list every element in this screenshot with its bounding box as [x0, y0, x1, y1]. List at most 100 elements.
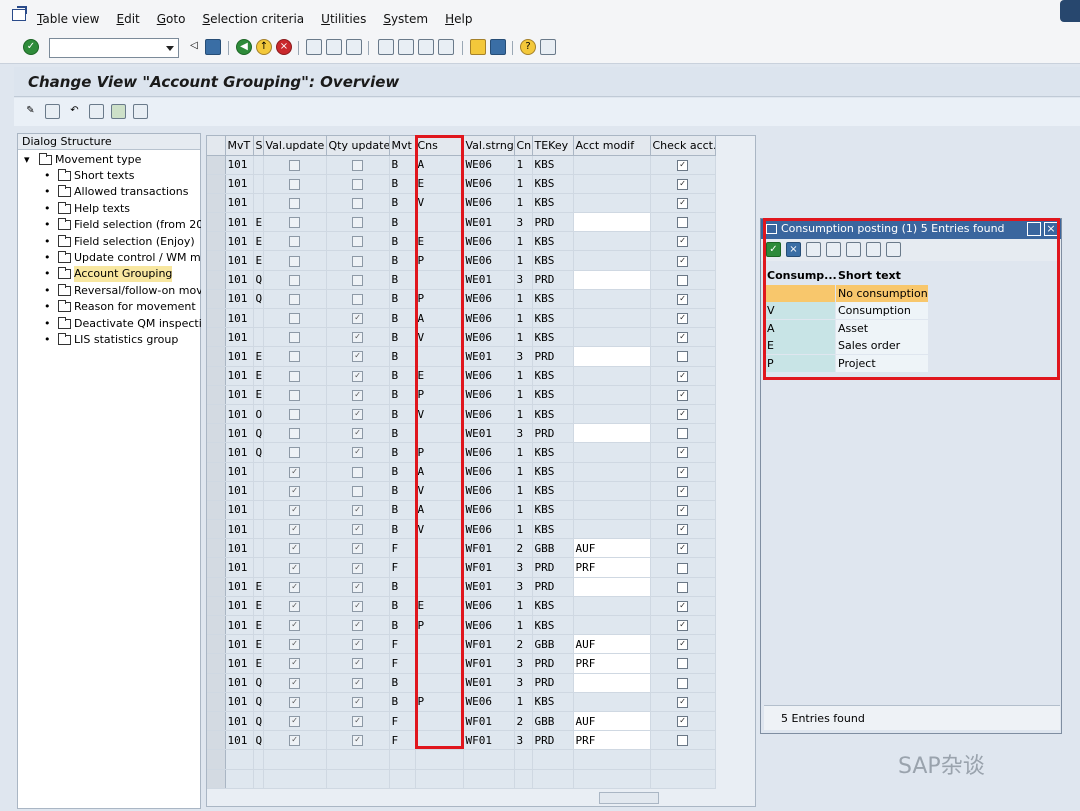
column-header[interactable]: Qty update — [326, 136, 390, 156]
table-cell[interactable]: PRF — [573, 730, 651, 751]
checkbox[interactable] — [352, 466, 363, 478]
checkbox[interactable] — [289, 524, 300, 536]
row-selector[interactable] — [207, 481, 226, 501]
checkbox[interactable] — [352, 178, 363, 190]
save-icon[interactable] — [205, 39, 221, 55]
row-selector[interactable] — [207, 404, 226, 425]
checkbox[interactable] — [352, 159, 363, 171]
checkbox[interactable] — [289, 370, 300, 382]
row-selector[interactable] — [207, 442, 226, 463]
find-next-icon[interactable] — [346, 39, 362, 55]
column-header[interactable]: Val.strng — [463, 136, 515, 156]
checkbox[interactable] — [677, 351, 688, 363]
menu-window-icon[interactable] — [12, 6, 27, 21]
checkbox[interactable] — [677, 236, 688, 248]
row-selector[interactable] — [207, 538, 226, 559]
checkbox[interactable] — [677, 639, 688, 651]
checkbox[interactable] — [352, 735, 363, 747]
shortcut-icon[interactable] — [490, 39, 506, 55]
tree-node[interactable]: • Account Grouping — [18, 266, 202, 283]
panel-splitter[interactable] — [201, 133, 205, 809]
checkbox[interactable] — [352, 332, 363, 344]
checkbox[interactable] — [289, 447, 300, 459]
row-selector[interactable] — [207, 634, 226, 655]
row-selector[interactable] — [207, 673, 226, 693]
previous-page-icon[interactable] — [398, 39, 414, 55]
row-selector[interactable] — [207, 231, 226, 252]
checkbox[interactable] — [289, 696, 300, 708]
menu-item[interactable]: Selection criteria — [202, 12, 304, 26]
table-cell[interactable]: AUF — [573, 711, 651, 732]
checkbox[interactable] — [289, 389, 300, 401]
vertical-scrollbar[interactable] — [738, 156, 754, 806]
checkbox[interactable] — [352, 428, 363, 440]
checkbox[interactable] — [289, 658, 300, 670]
row-selector[interactable] — [207, 212, 226, 233]
menu-item[interactable]: Goto — [157, 12, 186, 26]
next-page-icon[interactable] — [418, 39, 434, 55]
row-selector[interactable] — [207, 289, 226, 310]
checkbox[interactable] — [289, 620, 300, 632]
checkbox[interactable] — [289, 428, 300, 440]
checkbox[interactable] — [677, 293, 688, 305]
checkbox[interactable] — [677, 658, 688, 670]
checkbox[interactable] — [289, 255, 300, 267]
checkbox[interactable] — [352, 485, 363, 497]
table-cell[interactable]: AUF — [573, 538, 651, 559]
checkbox[interactable] — [352, 351, 363, 363]
checkbox[interactable] — [352, 197, 363, 209]
undo-icon[interactable]: ↶ — [67, 104, 82, 119]
checkbox[interactable] — [677, 620, 688, 632]
checkbox[interactable] — [677, 524, 688, 536]
select-block-icon[interactable] — [111, 104, 126, 119]
checkbox[interactable] — [677, 466, 688, 478]
checkbox[interactable] — [677, 543, 688, 555]
checkbox[interactable] — [677, 735, 688, 747]
table-cell[interactable] — [573, 270, 651, 290]
checkbox[interactable] — [352, 236, 363, 248]
checkbox[interactable] — [677, 485, 688, 497]
checkbox[interactable] — [677, 504, 688, 516]
column-header[interactable]: Cn — [514, 136, 533, 156]
row-selector[interactable] — [207, 615, 226, 636]
checkbox[interactable] — [352, 677, 363, 689]
row-selector[interactable] — [207, 692, 226, 712]
row-selector[interactable] — [207, 155, 226, 175]
checkbox[interactable] — [677, 428, 688, 440]
tree-node[interactable]: • Field selection (Enjoy) — [18, 234, 202, 250]
find-icon[interactable] — [326, 39, 342, 55]
checkbox[interactable] — [677, 159, 688, 171]
row-selector[interactable] — [207, 174, 226, 194]
checkbox[interactable] — [289, 293, 300, 305]
checkbox[interactable] — [677, 562, 688, 574]
checkbox[interactable] — [677, 197, 688, 209]
last-page-icon[interactable] — [438, 39, 454, 55]
horizontal-scrollbar[interactable] — [599, 792, 659, 804]
checkbox[interactable] — [677, 274, 688, 286]
checkbox[interactable] — [677, 600, 688, 612]
command-field[interactable] — [49, 38, 179, 58]
checkbox[interactable] — [289, 485, 300, 497]
table-cell[interactable]: PRF — [573, 557, 651, 578]
table-cell[interactable] — [573, 212, 651, 233]
print-icon[interactable] — [306, 39, 322, 55]
table-cell[interactable] — [573, 577, 651, 597]
tree-node[interactable]: • Allowed transactions — [18, 184, 202, 200]
first-page-icon[interactable] — [378, 39, 394, 55]
checkbox[interactable] — [677, 581, 688, 593]
table-cell[interactable] — [573, 346, 651, 367]
row-selector[interactable] — [207, 730, 226, 751]
table-cell[interactable] — [573, 673, 651, 693]
tree-node[interactable]: • Help texts — [18, 201, 202, 217]
tree-node[interactable]: • Reason for movement — [18, 299, 202, 315]
checkbox[interactable] — [289, 197, 300, 209]
checkbox[interactable] — [289, 735, 300, 747]
checkbox[interactable] — [677, 370, 688, 382]
row-selector[interactable] — [207, 385, 226, 405]
back-icon[interactable]: ◀ — [236, 39, 252, 55]
table-cell[interactable]: AUF — [573, 634, 651, 655]
row-selector[interactable] — [207, 711, 226, 732]
checkbox[interactable] — [677, 217, 688, 229]
select-all-column[interactable] — [207, 136, 226, 156]
checkbox[interactable] — [352, 600, 363, 612]
